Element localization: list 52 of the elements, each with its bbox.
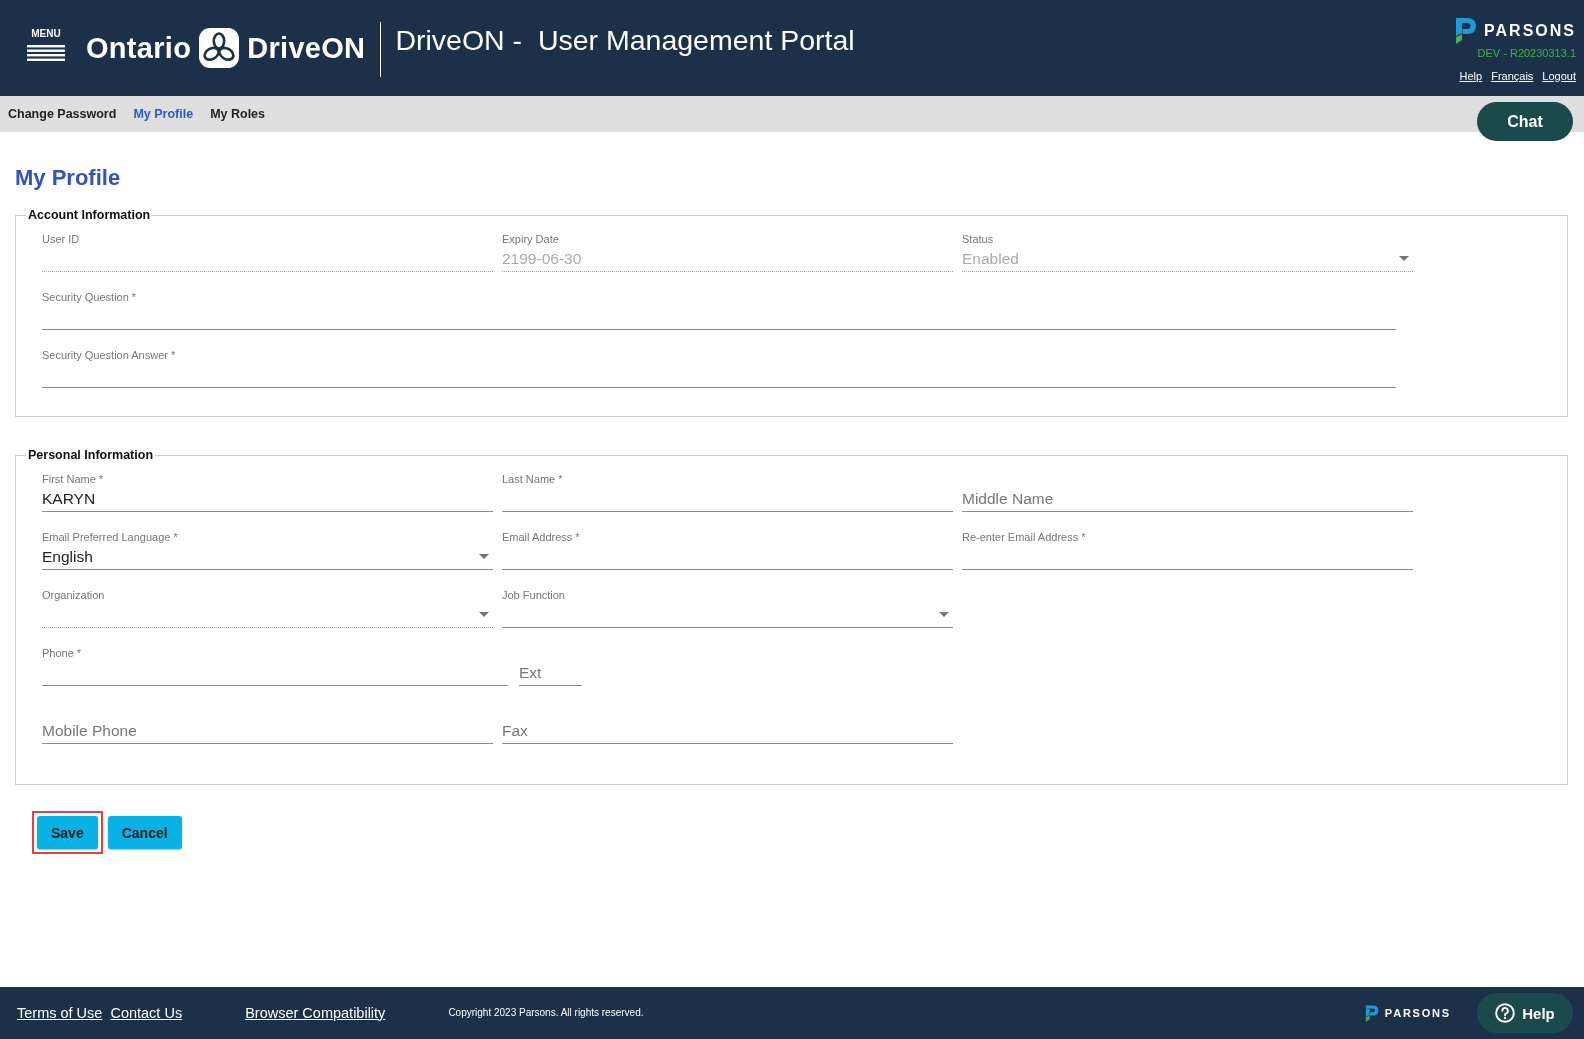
input-field[interactable]: KARYN: [42, 486, 493, 512]
logo-text: DriveON: [247, 31, 366, 65]
brand-name: PARSONS: [1484, 22, 1576, 40]
menu-button[interactable]: MENU: [27, 28, 65, 61]
logo-text: Ontario: [86, 31, 192, 65]
nav-tab[interactable]: My Profile: [133, 106, 194, 122]
section-legend: Personal Information: [26, 448, 156, 463]
help-button[interactable]: Help: [1477, 993, 1573, 1033]
field-label: User ID: [42, 233, 81, 246]
field-label: Email Preferred Language *: [42, 531, 179, 544]
menu-icon: [27, 45, 65, 61]
header-link[interactable]: Français: [1491, 70, 1534, 83]
dropdown-caret-icon: [479, 612, 489, 617]
input-field[interactable]: Ext: [519, 660, 582, 686]
p-logo-icon: [1363, 1004, 1379, 1022]
footer-link[interactable]: Terms of Use: [17, 1004, 103, 1022]
field-label: Security Question *: [42, 291, 138, 304]
version-text: DEV - R20230313.1: [1477, 47, 1576, 60]
portal-title: DriveON - User Management Portal: [395, 23, 855, 57]
input-field[interactable]: Fax: [502, 718, 953, 744]
field-label: Expiry Date: [502, 233, 560, 246]
dropdown-caret-icon: [1399, 256, 1409, 261]
p-logo-icon: [1453, 18, 1478, 44]
copyright-text: Copyright 2023 Parsons. All rights reserved.: [448, 1007, 644, 1019]
footer-link[interactable]: Browser Compatibility: [245, 1004, 386, 1022]
dropdown-field[interactable]: English: [42, 544, 493, 570]
field-label: Security Question Answer *: [42, 349, 177, 362]
chat-button[interactable]: Chat: [1477, 102, 1573, 141]
page-title: My Profile: [15, 165, 122, 191]
question-circle-icon: [1495, 1003, 1516, 1023]
field-label: Organization: [42, 589, 106, 602]
cancel-button[interactable]: Cancel: [107, 816, 182, 849]
input-field[interactable]: Middle Name: [962, 486, 1413, 512]
field-label: Job Function: [502, 589, 566, 602]
nav-tab[interactable]: Change Password: [8, 106, 117, 122]
header-link[interactable]: Help: [1459, 70, 1483, 83]
field-label: First Name *: [42, 473, 105, 486]
field-label: Re-enter Email Address *: [962, 531, 1087, 544]
dropdown-caret-icon: [939, 612, 949, 617]
save-button[interactable]: Save: [37, 816, 98, 849]
section-legend: Account Information: [26, 208, 153, 223]
field-label: Status: [962, 233, 995, 246]
field-label: Email Address *: [502, 531, 581, 544]
dropdown-caret-icon: [479, 554, 489, 559]
nav-tab[interactable]: My Roles: [210, 106, 265, 122]
field-label: Phone *: [42, 647, 83, 660]
flower-logo-icon: [199, 28, 240, 68]
brand-name: PARSONS: [1384, 1006, 1451, 1020]
header-link[interactable]: Logout: [1542, 70, 1576, 83]
footer-link[interactable]: Contact Us: [110, 1004, 183, 1022]
input-field[interactable]: Mobile Phone: [42, 718, 493, 744]
field-label: Last Name *: [502, 473, 564, 486]
